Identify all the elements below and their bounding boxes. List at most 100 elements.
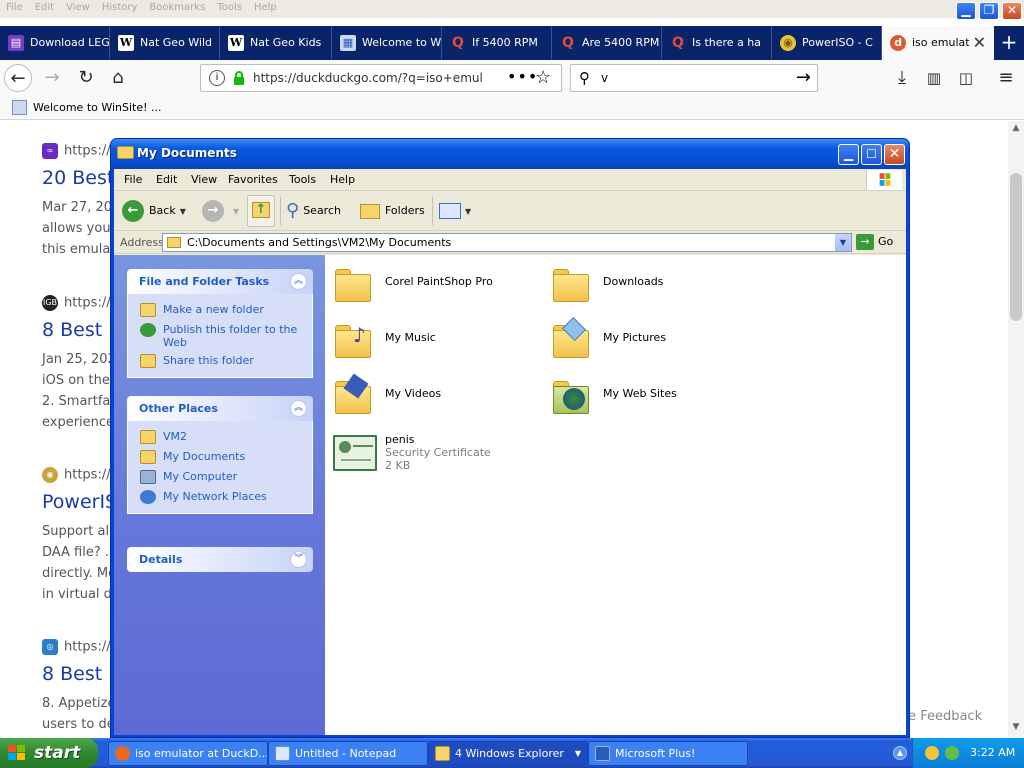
search-bar[interactable]: ⚲ v →: [570, 64, 818, 92]
chevron-down-icon[interactable]: ▼: [575, 742, 581, 765]
panel-header[interactable]: Details ︾: [127, 547, 313, 572]
tab-quora-3[interactable]: Q Is there a ha: [662, 26, 772, 60]
sidebar-icon[interactable]: ◫: [952, 64, 980, 92]
start-button[interactable]: start: [0, 738, 98, 768]
menu-bookmarks[interactable]: Bookmarks: [143, 0, 211, 15]
page-scrollbar[interactable]: ▲ ▼: [1008, 121, 1024, 738]
place-my-network[interactable]: My Network Places: [128, 487, 312, 507]
file-item-my-videos[interactable]: My Videos: [333, 373, 543, 421]
tab-quora-1[interactable]: Q If 5400 RPM: [442, 26, 552, 60]
hamburger-menu-icon[interactable]: ≡: [992, 64, 1020, 92]
scroll-thumb[interactable]: [1010, 173, 1022, 321]
explorer-title-bar[interactable]: My Documents ▁ ☐ ✕: [111, 139, 909, 169]
tray-security-icon[interactable]: [925, 746, 939, 760]
panel-header[interactable]: File and Folder Tasks ︽: [127, 269, 313, 294]
publish-folder-link[interactable]: Publish this folder to the Web: [128, 320, 312, 351]
search-go-arrow-icon[interactable]: →: [796, 67, 811, 88]
place-vm2[interactable]: VM2: [128, 427, 312, 447]
task-firefox[interactable]: iso emulator at DuckD...: [108, 741, 268, 766]
make-new-folder-link[interactable]: Make a new folder: [128, 300, 312, 320]
task-microsoft-plus[interactable]: Microsoft Plus!: [588, 741, 748, 766]
url-bar[interactable]: i https://duckduckgo.com/?q=iso+emul •••…: [200, 64, 562, 92]
reload-icon[interactable]: ↻: [72, 64, 100, 92]
wikipedia-icon: W: [118, 35, 134, 51]
tab-nat-geo-wild[interactable]: W Nat Geo Wild: [110, 26, 220, 60]
forward-button[interactable]: → ▼: [202, 195, 239, 227]
panel-header[interactable]: Other Places ︽: [127, 396, 313, 421]
file-item-my-pictures[interactable]: My Pictures: [551, 316, 761, 365]
file-item-downloads[interactable]: Downloads: [551, 261, 761, 309]
explorer-body: File Edit View Favorites Tools Help ← Bac…: [114, 169, 906, 735]
place-my-documents[interactable]: My Documents: [128, 447, 312, 467]
tray-network-icon[interactable]: [945, 746, 959, 760]
browser-minimize-button[interactable]: ▁: [956, 2, 976, 20]
videos-folder-icon: [333, 373, 377, 417]
chevron-down-icon[interactable]: ▼: [835, 234, 851, 251]
menu-view[interactable]: View: [191, 173, 217, 186]
tab-quora-2[interactable]: Q Are 5400 RPM: [552, 26, 662, 60]
tab-welcome-winsite[interactable]: ▦ Welcome to W: [332, 26, 442, 60]
menu-edit[interactable]: Edit: [156, 173, 177, 186]
menu-tools[interactable]: Tools: [211, 0, 248, 15]
address-input[interactable]: C:\Documents and Settings\VM2\My Documen…: [162, 233, 852, 252]
tab-download-lego[interactable]: ▤ Download LEGO: [0, 26, 110, 60]
task-notepad[interactable]: Untitled - Notepad: [268, 741, 428, 766]
search-input[interactable]: v: [601, 71, 608, 85]
page-actions-icon[interactable]: •••: [507, 67, 538, 86]
menu-view[interactable]: View: [60, 0, 96, 15]
go-button[interactable]: → Go: [856, 234, 893, 250]
download-icon[interactable]: ⤓: [888, 64, 916, 92]
tab-iso-emulator-active[interactable]: d iso emulat ✕: [882, 26, 994, 60]
file-item-my-music[interactable]: ♪ My Music: [333, 317, 543, 365]
info-icon[interactable]: i: [209, 70, 225, 86]
menu-favorites[interactable]: Favorites: [228, 173, 278, 186]
browser-close-button[interactable]: ✕: [1002, 2, 1022, 20]
menu-tools[interactable]: Tools: [289, 173, 316, 186]
explorer-minimize-button[interactable]: ▁: [838, 144, 859, 165]
back-button[interactable]: ← Back ▼: [122, 195, 186, 227]
new-tab-button[interactable]: +: [994, 26, 1024, 60]
explorer-toolbar: ← Back ▼ → ▼ ↑ ⚲ Search Folders ▼: [114, 191, 906, 231]
menu-help[interactable]: Help: [330, 173, 355, 186]
home-icon[interactable]: ⌂: [104, 64, 132, 92]
file-item-corel-paintshop-pro[interactable]: Corel PaintShop Pro: [333, 261, 543, 309]
feedback-link[interactable]: re Feedback: [903, 709, 982, 724]
close-tab-icon[interactable]: ✕: [973, 26, 986, 60]
explorer-close-button[interactable]: ✕: [884, 144, 905, 165]
menu-help[interactable]: Help: [248, 0, 283, 15]
menu-history[interactable]: History: [96, 0, 144, 15]
forward-arrow-icon[interactable]: →: [38, 64, 66, 92]
scroll-down-arrow-icon[interactable]: ▼: [1008, 722, 1024, 736]
chevron-down-icon[interactable]: ▼: [180, 207, 186, 216]
folders-button[interactable]: Folders: [360, 195, 425, 227]
place-my-computer[interactable]: My Computer: [128, 467, 312, 487]
bookmark-star-icon[interactable]: ☆: [535, 67, 551, 88]
chevron-up-icon[interactable]: ︽: [290, 400, 307, 417]
scroll-up-arrow-icon[interactable]: ▲: [1008, 123, 1024, 137]
toolbar-separator: [280, 197, 281, 225]
chevron-down-icon[interactable]: ▼: [233, 207, 239, 216]
chevron-up-icon[interactable]: ▲: [893, 746, 907, 760]
views-button[interactable]: ▼: [439, 195, 471, 227]
notepad-icon: [275, 746, 290, 761]
browser-restore-button[interactable]: ❐: [979, 2, 999, 20]
menu-file[interactable]: File: [124, 173, 142, 186]
menu-file[interactable]: File: [0, 0, 29, 15]
task-windows-explorer[interactable]: 4 Windows Explorer ▼: [428, 741, 588, 766]
chevron-up-icon[interactable]: ︽: [290, 273, 307, 290]
tab-nat-geo-kids[interactable]: W Nat Geo Kids: [220, 26, 332, 60]
back-arrow-icon[interactable]: ←: [4, 64, 32, 92]
file-item-penis[interactable]: penis Security Certificate 2 KB: [333, 429, 543, 481]
file-item-my-web-sites[interactable]: My Web Sites: [551, 373, 761, 421]
library-icon[interactable]: ▥: [920, 64, 948, 92]
search-button[interactable]: ⚲ Search: [286, 195, 341, 227]
url-text[interactable]: https://duckduckgo.com/?q=iso+emul: [253, 71, 483, 85]
explorer-maximize-button[interactable]: ☐: [861, 144, 882, 165]
share-folder-link[interactable]: Share this folder: [128, 351, 312, 371]
chevron-down-icon[interactable]: ︾: [290, 551, 307, 568]
up-folder-button[interactable]: ↑: [247, 195, 275, 227]
chevron-down-icon[interactable]: ▼: [465, 207, 471, 216]
tab-poweriso[interactable]: ◉ PowerISO - C: [772, 26, 882, 60]
menu-edit[interactable]: Edit: [29, 0, 60, 15]
bookmark-welcome-winsite[interactable]: Welcome to WinSite! ...: [33, 101, 162, 114]
